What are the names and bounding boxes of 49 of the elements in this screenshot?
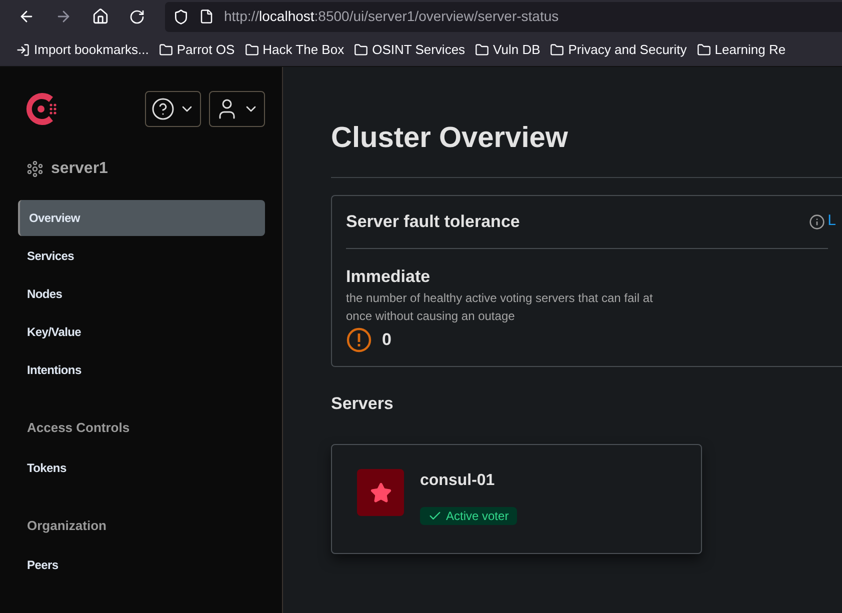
nav-item[interactable]: Nodes	[18, 276, 265, 312]
bookmark[interactable]: Vuln DB	[475, 40, 540, 60]
bookmark[interactable]: Learning Re	[696, 40, 786, 60]
url-text: http://localhost:8500/ui/server1/overview/server-status	[224, 7, 559, 26]
folder-icon	[244, 42, 259, 56]
folder-icon	[696, 42, 711, 56]
cluster-icon	[27, 161, 43, 177]
nav-item[interactable]: Overview	[18, 200, 265, 236]
bookmark[interactable]: Parrot OS	[158, 40, 235, 60]
back-icon[interactable]	[18, 8, 35, 25]
address-bar[interactable]: http://localhost:8500/ui/server1/overview/server-status	[165, 2, 842, 32]
reload-icon[interactable]	[129, 8, 145, 24]
nav-item[interactable]: Services	[18, 238, 265, 274]
datacenter-name: server1	[51, 159, 108, 179]
bookmark[interactable]: Import bookmarks...	[16, 40, 149, 60]
status-badge: Active voter	[420, 507, 517, 525]
bookmark[interactable]: Hack The Box	[244, 40, 344, 60]
nav-item[interactable]: Tokens	[18, 450, 265, 486]
nav-item[interactable]: Intentions	[18, 352, 265, 388]
subheading: Immediate	[346, 266, 432, 288]
folder-icon	[550, 42, 564, 56]
description: the number of healthy active voting servers that can fail at once without causing an outage	[346, 290, 654, 325]
home-icon[interactable]	[92, 8, 109, 25]
folder-icon	[158, 42, 173, 56]
nav-item[interactable]: Peers	[18, 547, 265, 583]
learn-link[interactable]: L	[828, 210, 836, 233]
import-icon	[16, 42, 30, 56]
tolerance-value: 0	[382, 329, 392, 352]
bookmark[interactable]: OSINT Services	[354, 40, 466, 60]
help-icon	[151, 97, 175, 121]
help-menu-button[interactable]	[145, 91, 201, 127]
server-card[interactable]: consul-01 Active voter	[331, 444, 702, 554]
nav-section-title: Access Controls	[26, 419, 131, 437]
server-name: consul-01	[420, 471, 496, 491]
forward-icon[interactable]	[55, 8, 72, 25]
nav-section-title: Organization	[26, 516, 108, 535]
folder-icon	[354, 42, 368, 56]
info-icon	[808, 214, 825, 230]
warning-icon	[346, 327, 372, 353]
page-icon	[199, 9, 214, 24]
page-title: Cluster Overview	[331, 121, 569, 156]
star-shape	[370, 482, 392, 504]
folder-icon	[475, 42, 490, 56]
section-heading: Servers	[331, 392, 394, 414]
shield-icon	[173, 8, 189, 24]
bookmark[interactable]: Privacy and Security	[550, 40, 687, 60]
nav-item[interactable]: Key/Value	[18, 314, 265, 350]
user-menu-button[interactable]	[209, 91, 265, 127]
card-heading: Server fault tolerance	[346, 210, 520, 233]
